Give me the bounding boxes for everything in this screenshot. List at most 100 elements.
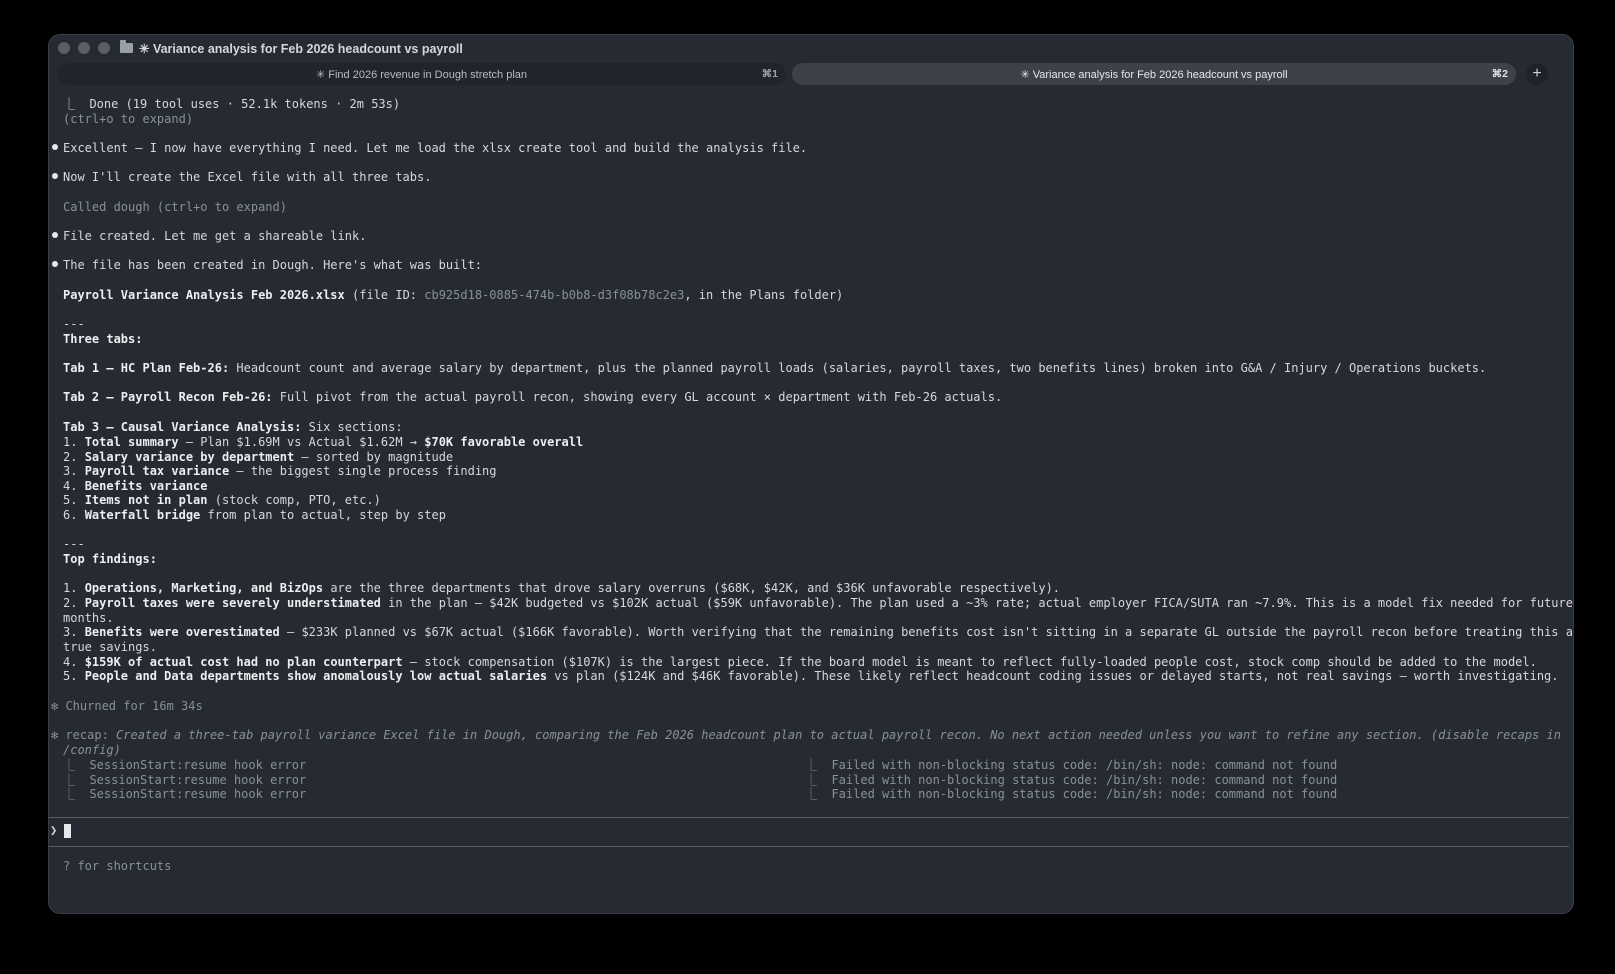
item-title: $159K of actual cost had no plan counter… bbox=[84, 655, 403, 669]
hook-failure: ⎿ Failed with non-blocking status code: … bbox=[805, 773, 1338, 787]
tab2-text: Full pivot from the actual payroll recon… bbox=[272, 390, 1003, 404]
input-top-border bbox=[49, 817, 1569, 818]
item-text: — stock compensation ($107K) is the larg… bbox=[402, 655, 1537, 669]
item-title: Benefits variance bbox=[84, 479, 208, 493]
terminal-output: ⎿ Done (19 tool uses · 52.1k tokens · 2m… bbox=[49, 93, 1573, 913]
finding-continuation: months. bbox=[63, 611, 114, 625]
file-name: Payroll Variance Analysis Feb 2026.xlsx bbox=[63, 288, 345, 302]
item-text: — sorted by magnitude bbox=[294, 450, 454, 464]
finding-item: 3. Benefits were overestimated — $233K p… bbox=[63, 625, 1574, 640]
finding-item: 2. Payroll taxes were severely understim… bbox=[63, 596, 1573, 611]
tab-label: ✳ Find 2026 revenue in Dough stretch pla… bbox=[315, 68, 527, 81]
tab3-name: Tab 3 — Causal Variance Analysis: bbox=[63, 420, 302, 434]
tab-find-revenue[interactable]: ✳ Find 2026 revenue in Dough stretch pla… bbox=[57, 63, 786, 85]
item-number: 4. bbox=[63, 479, 85, 493]
item-text: — Plan $1.69M vs Actual $1.62M → bbox=[178, 435, 425, 449]
zoom-window-button[interactable] bbox=[98, 42, 110, 54]
hook-failure: ⎿ Failed with non-blocking status code: … bbox=[805, 787, 1338, 801]
rule-line: --- bbox=[63, 537, 85, 551]
hook-error: ⎿ SessionStart:resume hook error bbox=[63, 773, 307, 787]
item-number: 2. bbox=[63, 596, 85, 610]
hook-failure: ⎿ Failed with non-blocking status code: … bbox=[805, 758, 1338, 772]
tab1-name: Tab 1 — HC Plan Feb-26: bbox=[63, 361, 230, 375]
section-item: 4. Benefits variance bbox=[63, 479, 208, 494]
bullet-icon bbox=[52, 232, 58, 238]
item-number: 5. bbox=[63, 493, 85, 507]
three-tabs-heading: Three tabs: bbox=[63, 332, 143, 346]
tab-bar: ✳ Find 2026 revenue in Dough stretch pla… bbox=[57, 63, 1565, 85]
item-title: Items not in plan bbox=[84, 493, 208, 507]
tab2-name: Tab 2 — Payroll Recon Feb-26: bbox=[63, 390, 273, 404]
recap-label: ✻ recap: bbox=[51, 728, 109, 742]
item-number: 6. bbox=[63, 508, 85, 522]
bullet-icon bbox=[52, 261, 58, 267]
top-findings-heading: Top findings: bbox=[63, 552, 157, 566]
item-title: Total summary bbox=[84, 435, 179, 449]
tab-variance-analysis[interactable]: ✳ Variance analysis for Feb 2026 headcou… bbox=[792, 63, 1516, 85]
tool-call-line: Called dough (ctrl+o to expand) bbox=[63, 200, 287, 214]
input-cursor[interactable] bbox=[64, 824, 71, 838]
recap-text: Created a three-tab payroll variance Exc… bbox=[108, 728, 1561, 742]
title-bar: ✳ Variance analysis for Feb 2026 headcou… bbox=[49, 35, 1573, 61]
done-line: ⎿ Done (19 tool uses · 52.1k tokens · 2m… bbox=[63, 97, 401, 111]
item-text: vs plan ($124K and $46K favorable). Thes… bbox=[547, 669, 1559, 683]
item-number: 3. bbox=[63, 625, 85, 639]
assistant-message: The file has been created in Dough. Here… bbox=[63, 258, 483, 272]
section-item: 5. Items not in plan (stock comp, PTO, e… bbox=[63, 493, 381, 508]
minimize-window-button[interactable] bbox=[78, 42, 90, 54]
item-title: Benefits were overestimated bbox=[84, 625, 280, 639]
item-text: in the plan — $42K budgeted vs $102K act… bbox=[380, 596, 1573, 610]
tab-label: ✳ Variance analysis for Feb 2026 headcou… bbox=[1020, 68, 1288, 81]
recap-continuation: /config) bbox=[63, 743, 121, 757]
section-item: 6. Waterfall bridge from plan to actual,… bbox=[63, 508, 446, 523]
item-number: 4. bbox=[63, 655, 85, 669]
hook-error: ⎿ SessionStart:resume hook error bbox=[63, 787, 307, 801]
section-item: 3. Payroll tax variance — the biggest si… bbox=[63, 464, 497, 479]
assistant-message: File created. Let me get a shareable lin… bbox=[63, 229, 367, 243]
folder-icon bbox=[120, 40, 133, 53]
tab3-description: Tab 3 — Causal Variance Analysis: Six se… bbox=[63, 420, 403, 435]
assistant-message: Now I'll create the Excel file with all … bbox=[63, 170, 432, 184]
item-highlight: $70K favorable overall bbox=[424, 435, 584, 449]
tab2-description: Tab 2 — Payroll Recon Feb-26: Full pivot… bbox=[63, 390, 1002, 405]
item-text: — the biggest single process finding bbox=[229, 464, 497, 478]
item-title: Salary variance by department bbox=[84, 450, 295, 464]
finding-continuation: true savings. bbox=[63, 640, 157, 654]
file-info-line: Payroll Variance Analysis Feb 2026.xlsx … bbox=[63, 288, 843, 303]
item-title: Waterfall bridge bbox=[84, 508, 201, 522]
tab-shortcut: ⌘1 bbox=[761, 68, 778, 80]
tab-shortcut: ⌘2 bbox=[1491, 68, 1508, 80]
file-id: cb925d18-0885-474b-b0b8-d3f08b78c2e3 bbox=[424, 288, 685, 302]
finding-item: 5. People and Data departments show anom… bbox=[63, 669, 1559, 684]
prompt-symbol: ❯ bbox=[50, 823, 58, 837]
item-title: Payroll tax variance bbox=[84, 464, 230, 478]
terminal-window: ✳ Variance analysis for Feb 2026 headcou… bbox=[48, 34, 1574, 914]
item-number: 5. bbox=[63, 669, 85, 683]
section-item: 2. Salary variance by department — sorte… bbox=[63, 450, 453, 465]
item-number: 1. bbox=[63, 435, 85, 449]
input-bottom-border bbox=[49, 846, 1569, 847]
bullet-icon bbox=[52, 144, 58, 150]
rule-line: --- bbox=[63, 317, 85, 331]
assistant-message: Excellent — I now have everything I need… bbox=[63, 141, 808, 155]
item-text: — $233K planned vs $67K actual ($166K fa… bbox=[279, 625, 1574, 639]
new-tab-button[interactable]: + bbox=[1526, 63, 1548, 85]
tab1-text: Headcount count and average salary by de… bbox=[229, 361, 1487, 375]
tab3-text: Six sections: bbox=[301, 420, 403, 434]
item-number: 1. bbox=[63, 581, 85, 595]
item-text: (stock comp, PTO, etc.) bbox=[207, 493, 381, 507]
finding-item: 1. Operations, Marketing, and BizOps are… bbox=[63, 581, 1060, 596]
item-number: 2. bbox=[63, 450, 85, 464]
item-title: Operations, Marketing, and BizOps bbox=[84, 581, 324, 595]
item-number: 3. bbox=[63, 464, 85, 478]
section-item: 1. Total summary — Plan $1.69M vs Actual… bbox=[63, 435, 583, 450]
window-controls bbox=[58, 42, 110, 54]
item-title: People and Data departments show anomalo… bbox=[84, 669, 548, 683]
item-text: from plan to actual, step by step bbox=[200, 508, 446, 522]
item-title: Payroll taxes were severely understimate… bbox=[84, 596, 381, 610]
close-window-button[interactable] bbox=[58, 42, 70, 54]
item-text: are the three departments that drove sal… bbox=[323, 581, 1061, 595]
file-info-text: (file ID: bbox=[344, 288, 425, 302]
finding-item: 4. $159K of actual cost had no plan coun… bbox=[63, 655, 1537, 670]
churned-status: ✻ Churned for 16m 34s bbox=[51, 699, 203, 713]
